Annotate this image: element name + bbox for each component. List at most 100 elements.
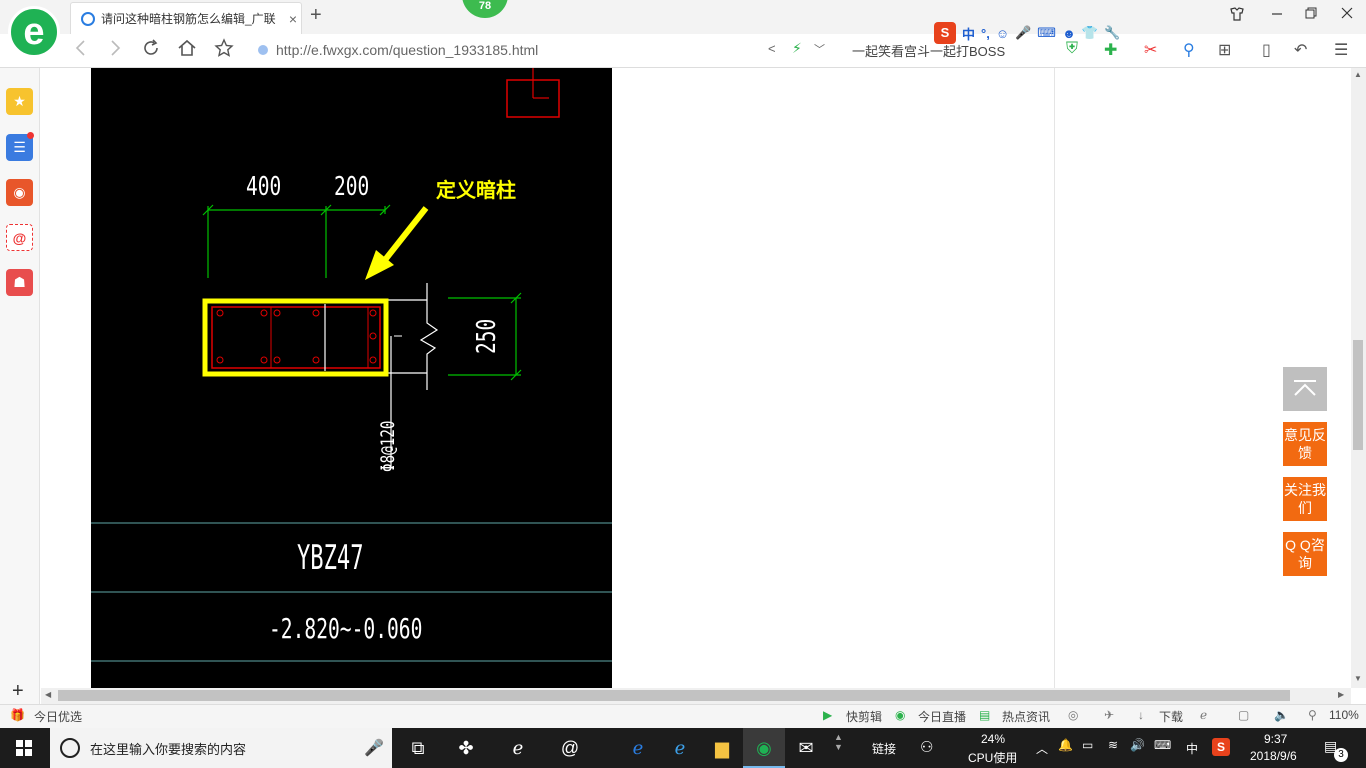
scroll-right-icon[interactable]: ▶ xyxy=(1338,690,1344,699)
swirl-app-icon[interactable]: @ xyxy=(556,734,584,762)
ie-icon[interactable]: ℯ xyxy=(666,734,694,762)
people-icon[interactable]: ⚇ xyxy=(920,738,933,756)
speaker-icon[interactable]: 🔊 xyxy=(1130,738,1145,752)
mic-icon[interactable]: 🎤 xyxy=(1015,25,1031,41)
qq-consult-button[interactable]: Q Q咨询 xyxy=(1283,532,1327,576)
add-sidebar-icon[interactable]: + xyxy=(12,680,24,703)
search-icon[interactable]: ⚲ xyxy=(1183,40,1195,60)
browser-app-icon[interactable]: ℯ xyxy=(504,734,532,762)
gift-icon[interactable]: 🎁 xyxy=(10,708,25,722)
forward-icon[interactable] xyxy=(108,38,122,63)
browser-logo-icon[interactable]: e xyxy=(8,6,60,58)
volume-icon[interactable]: 🔈 xyxy=(1274,708,1289,722)
left-sidebar xyxy=(0,68,40,704)
ime-indicator[interactable]: 中 xyxy=(1186,740,1198,757)
mail-icon[interactable]: @ xyxy=(6,224,33,251)
new-tab-button[interactable]: + xyxy=(310,4,322,27)
restore-button[interactable] xyxy=(1304,6,1318,24)
ime-mode[interactable]: 中 xyxy=(962,24,975,43)
feedback-button[interactable]: 意见反馈 xyxy=(1283,422,1327,466)
emoji-icon[interactable]: ☺ xyxy=(996,26,1009,41)
follow-us-button[interactable]: 关注我们 xyxy=(1283,477,1327,521)
menu-icon[interactable]: ☰ xyxy=(1334,40,1348,60)
clock-date[interactable]: 2018/9/6 xyxy=(1250,749,1297,763)
taskbar-mic-icon[interactable]: 🎤 xyxy=(364,738,384,758)
favorites-icon[interactable]: ★ xyxy=(6,88,33,115)
scissors-icon[interactable]: ✂ xyxy=(1144,40,1157,60)
windows-start-icon[interactable] xyxy=(10,734,38,762)
pinwheel-app-icon[interactable]: ✤ xyxy=(452,734,480,762)
scroll-left-icon[interactable]: ◀ xyxy=(45,690,51,699)
download-link[interactable]: 下载 xyxy=(1159,708,1183,725)
vertical-scroll-thumb[interactable] xyxy=(1353,340,1363,450)
taskbar-scroll-icon[interactable]: ▲ ▼ xyxy=(834,732,843,752)
tab-active[interactable]: 请问这种暗柱钢筋怎么编辑_广联 × xyxy=(70,2,302,34)
scroll-down-icon[interactable]: ▼ xyxy=(1354,674,1362,683)
shield-icon[interactable]: ⛨ xyxy=(1066,40,1078,58)
lightning-icon[interactable]: ⚡ xyxy=(792,40,802,57)
quick-clip-link[interactable]: 快剪辑 xyxy=(846,708,882,725)
horizontal-scroll-thumb[interactable] xyxy=(58,690,1290,701)
dimension-400: 400 xyxy=(246,172,282,202)
bookmark-star-icon[interactable] xyxy=(214,38,234,63)
ie-mode-icon[interactable]: ℯ xyxy=(1200,708,1207,722)
apps-icon[interactable]: ⊞ xyxy=(1218,40,1231,60)
window-icon[interactable]: ▢ xyxy=(1238,708,1249,722)
site-favicon-icon xyxy=(81,11,95,26)
back-icon[interactable] xyxy=(74,38,88,63)
notification-count: 3 xyxy=(1334,748,1348,762)
speed-icon[interactable]: ◎ xyxy=(1068,708,1078,722)
share-icon[interactable]: < xyxy=(768,41,776,56)
sogou-ime-icon[interactable]: S xyxy=(934,22,956,44)
home-icon[interactable] xyxy=(177,38,197,63)
extension-icon[interactable]: ✚ xyxy=(1104,40,1117,60)
360-browser-icon[interactable]: ◉ xyxy=(750,734,778,762)
edge-icon[interactable]: ℯ xyxy=(624,734,652,762)
keyboard-icon[interactable]: ⌨ xyxy=(1037,25,1056,41)
taskbar-search-placeholder: 在这里输入你要搜索的内容 xyxy=(90,741,247,757)
cpu-label: CPU使用 xyxy=(968,751,1018,765)
undo-icon[interactable]: ↶ xyxy=(1294,40,1307,60)
tray-notify-icon[interactable]: 🔔 xyxy=(1058,738,1073,752)
shirt-icon[interactable]: 👕 xyxy=(1082,25,1098,41)
wifi-icon[interactable]: ≋ xyxy=(1108,738,1118,752)
pin-icon[interactable]: ✈ xyxy=(1104,708,1114,722)
cpu-percent: 24% xyxy=(981,732,1006,746)
close-window-button[interactable] xyxy=(1340,6,1354,24)
tablet-icon[interactable]: ▯ xyxy=(1262,40,1271,60)
back-to-top-button[interactable] xyxy=(1283,367,1327,411)
task-view-icon[interactable]: ⧉ xyxy=(404,734,432,762)
links-toolbar[interactable]: 链接 xyxy=(872,740,896,757)
zoom-level[interactable]: 110% xyxy=(1329,708,1359,722)
scroll-up-icon[interactable]: ▲ xyxy=(1354,70,1362,79)
rebar-spec: Φ8@120 xyxy=(377,420,399,472)
touch-keyboard-icon[interactable]: ⌨ xyxy=(1154,738,1171,752)
live-icon[interactable]: ◉ xyxy=(895,708,905,722)
tray-chevron-icon[interactable]: ︿ xyxy=(1036,740,1048,757)
ime-punct[interactable]: °, xyxy=(981,26,990,41)
refresh-icon[interactable] xyxy=(141,38,161,63)
url-field[interactable]: http://e.fwxgx.com/question_1933185.html xyxy=(258,38,758,62)
sogou-tray-icon[interactable]: S xyxy=(1212,738,1230,756)
user-icon[interactable]: ☻ xyxy=(1062,26,1076,41)
file-explorer-icon[interactable]: ▆ xyxy=(708,734,736,762)
taskbar-search-box[interactable]: 在这里输入你要搜索的内容 xyxy=(50,728,392,768)
news-icon[interactable]: ▤ xyxy=(979,708,990,722)
live-link[interactable]: 今日直播 xyxy=(918,708,966,725)
minimize-button[interactable] xyxy=(1270,6,1284,24)
hot-news-link[interactable]: 热点资讯 xyxy=(1002,708,1050,725)
notification-dot xyxy=(27,132,34,139)
chevron-down-icon[interactable]: ﹀ xyxy=(814,41,825,57)
tab-close-button[interactable]: × xyxy=(285,11,301,27)
clip-icon[interactable]: ▶ xyxy=(823,708,832,722)
game-icon[interactable]: ☗ xyxy=(6,269,33,296)
skin-icon[interactable] xyxy=(1229,6,1245,26)
clock-time[interactable]: 9:37 xyxy=(1264,732,1287,746)
weibo-icon[interactable]: ◉ xyxy=(6,179,33,206)
today-picks-link[interactable]: 今日优选 xyxy=(34,708,82,725)
battery-icon[interactable]: ▭ xyxy=(1082,738,1093,752)
zoom-icon[interactable]: ⚲ xyxy=(1308,708,1317,722)
mail-app-icon[interactable]: ✉ xyxy=(792,734,820,762)
download-icon[interactable]: ↓ xyxy=(1138,708,1144,722)
wrench-icon[interactable]: 🔧 xyxy=(1104,25,1120,41)
